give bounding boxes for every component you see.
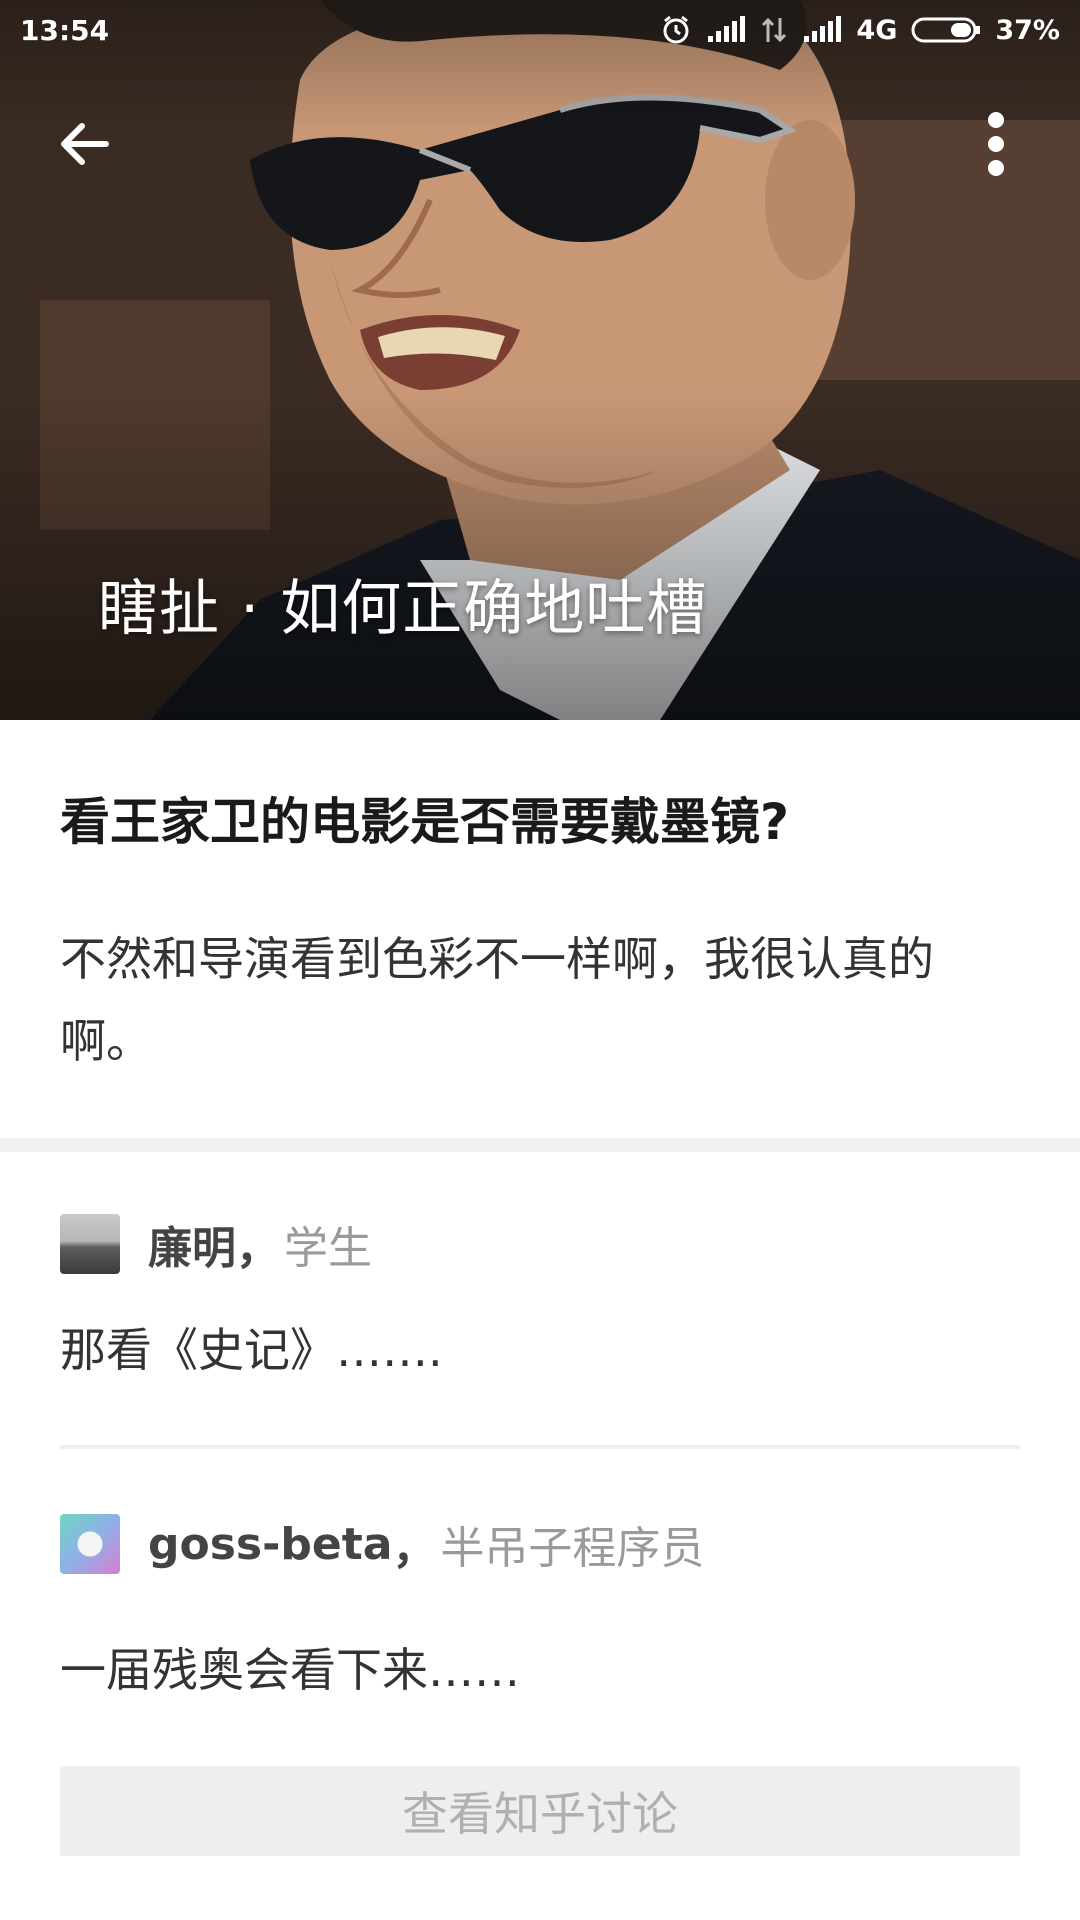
author-name[interactable]: goss-beta [148, 1519, 392, 1570]
signal-icon [706, 16, 746, 44]
more-options-button[interactable] [956, 104, 1036, 184]
avatar[interactable] [60, 1214, 120, 1274]
question-description: 不然和导演看到色彩不一样啊，我很认真的啊。 [60, 932, 934, 1068]
status-icons: 4G 37% [660, 14, 1060, 46]
battery-percent: 37% [995, 14, 1060, 46]
more-vertical-icon [988, 112, 1004, 176]
question-title: 看王家卫的电影是否需要戴墨镜? [60, 793, 790, 851]
avatar[interactable] [60, 1514, 120, 1574]
data-transfer-icon [760, 16, 788, 44]
header-image: 13:54 4G 37% 瞎扯 · 如何正确地吐槽 [0, 0, 1080, 720]
author-bio: 学生 [284, 1223, 372, 1274]
alarm-icon [660, 14, 692, 46]
status-time: 13:54 [20, 13, 110, 47]
article-page: 13:54 4G 37% 瞎扯 · 如何正确地吐槽 看王家卫的电影是否需要戴墨镜… [0, 0, 1080, 1920]
author-name[interactable]: 廉明 [148, 1212, 236, 1276]
column-title: 瞎扯 · 如何正确地吐槽 [98, 574, 708, 644]
network-type: 4G [856, 14, 898, 46]
author-bio: 半吊子程序员 [440, 1523, 705, 1574]
status-bar: 13:54 4G 37% [0, 0, 1080, 60]
author-separator: ， [392, 1523, 437, 1574]
answer-text[interactable]: 那看《史记》……. [60, 1314, 1020, 1380]
battery-icon [911, 16, 981, 44]
answer-author-row: goss-beta ， 半吊子程序员 [60, 1514, 1020, 1574]
answer-divider [60, 1445, 1020, 1449]
section-divider [0, 1138, 1080, 1152]
answer-text[interactable]: 一届残奥会看下来…… [60, 1634, 1020, 1700]
question-section: 看王家卫的电影是否需要戴墨镜? 不然和导演看到色彩不一样啊，我很认真的啊。 [0, 720, 1080, 1138]
arrow-left-icon [61, 123, 109, 165]
answer-author-row: 廉明 ， 学生 [60, 1214, 1020, 1274]
answer-item: 廉明 ， 学生 那看《史记》……. [60, 1214, 1020, 1380]
view-discussion-button[interactable]: 查看知乎讨论 [60, 1766, 1020, 1856]
answer-item: goss-beta ， 半吊子程序员 一届残奥会看下来…… [60, 1514, 1020, 1700]
back-button[interactable] [44, 104, 124, 184]
signal-icon-2 [802, 16, 842, 44]
author-separator: ， [236, 1223, 280, 1274]
